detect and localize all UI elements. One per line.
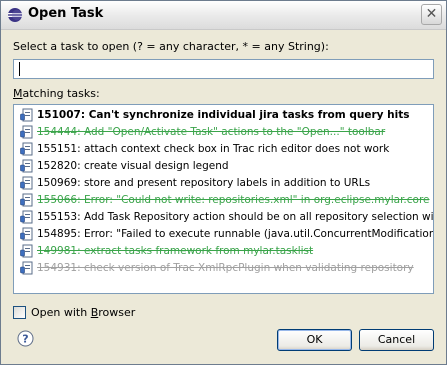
- browser-label-rest: rowser: [98, 306, 136, 319]
- matching-mnemonic: M: [13, 87, 23, 100]
- help-icon[interactable]: ?: [17, 330, 34, 347]
- task-icon: [19, 260, 35, 276]
- task-row-label: 154895: Error: "Failed to execute runnab…: [37, 228, 434, 240]
- task-search-input[interactable]: [13, 59, 434, 79]
- task-row[interactable]: 155151: attach context check box in Trac…: [14, 141, 433, 157]
- task-icon: [19, 124, 35, 140]
- open-with-browser-checkbox[interactable]: [13, 306, 26, 319]
- task-icon: [19, 141, 35, 157]
- open-task-dialog: Open Task ✕ Select a task to open (? = a…: [0, 0, 447, 365]
- task-icon: [19, 209, 35, 225]
- task-row-label: 155151: attach context check box in Trac…: [37, 143, 390, 155]
- matching-label-rest: atching tasks:: [22, 87, 100, 100]
- task-row-label: 155066: Error: "Could not write: reposit…: [37, 194, 430, 206]
- task-row[interactable]: 155153: Add Task Repository action shoul…: [14, 209, 434, 225]
- ok-button[interactable]: OK: [277, 329, 352, 351]
- window-title: Open Task: [28, 6, 104, 21]
- task-row-label: 150969: store and present repository lab…: [37, 177, 371, 189]
- task-row-label: 149981: extract tasks framework from myl…: [37, 245, 314, 257]
- matching-tasks-label: Matching tasks:: [13, 87, 100, 100]
- task-row[interactable]: 154931: check version of Trac XmlRpcPlug…: [14, 260, 433, 276]
- task-icon: [19, 107, 35, 123]
- task-icon: [19, 243, 35, 259]
- task-row-label: 154444: Add "Open/Activate Task" actions…: [37, 126, 386, 138]
- browser-label-prefix: Open with: [31, 306, 91, 319]
- task-row[interactable]: 149981: extract tasks framework from myl…: [14, 243, 433, 259]
- task-icon: [19, 158, 35, 174]
- prompt-label: Select a task to open (? = any character…: [13, 40, 329, 53]
- close-icon: ✕: [425, 6, 438, 22]
- task-icon: [19, 175, 35, 191]
- task-row[interactable]: 155066: Error: "Could not write: reposit…: [14, 192, 433, 208]
- task-row-label: 154931: check version of Trac XmlRpcPlug…: [37, 262, 414, 274]
- task-row[interactable]: 150969: store and present repository lab…: [14, 175, 433, 191]
- title-bar[interactable]: Open Task ✕: [1, 1, 446, 30]
- task-row-label: 155153: Add Task Repository action shoul…: [37, 211, 434, 223]
- task-icon: [19, 192, 35, 208]
- eclipse-icon: [8, 8, 23, 22]
- task-row[interactable]: 154444: Add "Open/Activate Task" actions…: [14, 124, 433, 140]
- matching-tasks-list[interactable]: 151007: Can't synchronize individual jir…: [13, 104, 434, 294]
- task-row-label: 152820: create visual design legend: [37, 160, 229, 172]
- close-button[interactable]: ✕: [421, 4, 442, 25]
- task-icon: [19, 226, 35, 242]
- open-with-browser-label[interactable]: Open with Browser: [31, 306, 135, 319]
- task-row-label: 151007: Can't synchronize individual jir…: [37, 109, 410, 121]
- task-row[interactable]: 152820: create visual design legend: [14, 158, 433, 174]
- task-row[interactable]: 154895: Error: "Failed to execute runnab…: [14, 226, 434, 242]
- cancel-button[interactable]: Cancel: [359, 329, 434, 351]
- task-row[interactable]: 151007: Can't synchronize individual jir…: [14, 107, 433, 123]
- svg-text:?: ?: [22, 333, 28, 346]
- text-caret: [19, 62, 20, 76]
